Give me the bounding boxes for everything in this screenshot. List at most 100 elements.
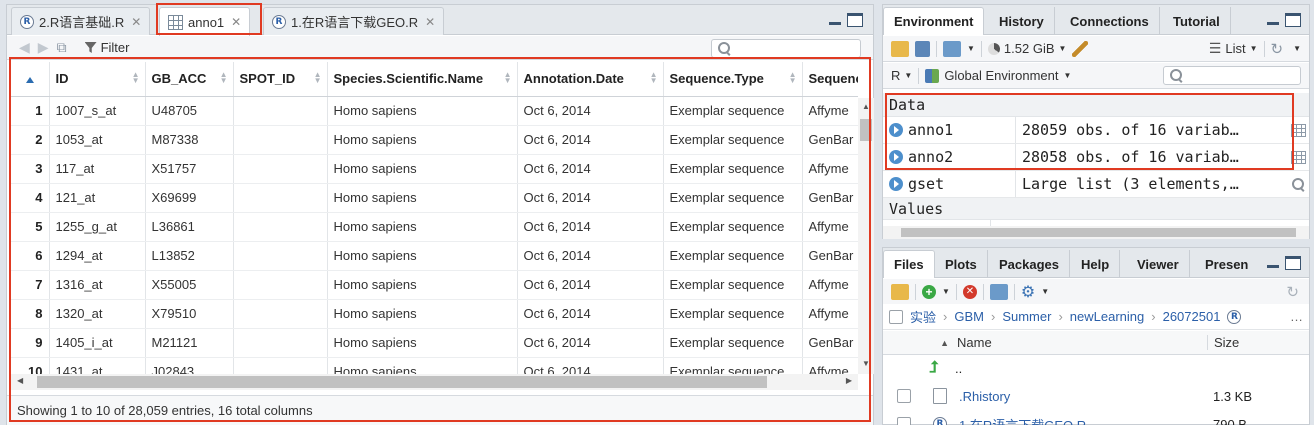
chevron-down-icon[interactable]: ▼ (942, 287, 950, 296)
new-folder-icon[interactable] (891, 283, 909, 300)
more-icon[interactable]: … (1290, 309, 1303, 324)
broom-icon[interactable] (1072, 40, 1089, 57)
close-icon[interactable]: ✕ (425, 15, 435, 29)
file-row[interactable]: .Rhistory 1.3 KB (883, 383, 1309, 409)
maximize-icon[interactable] (847, 13, 863, 27)
refresh-icon[interactable]: ↻ (1286, 283, 1299, 301)
sort-icon[interactable]: ▲ ▼ (220, 71, 228, 85)
scope-select[interactable]: Global Environment ▼ (925, 68, 1071, 83)
env-item-gset[interactable]: gset Large list (3 elements,… (883, 171, 1309, 198)
viewer-search-input[interactable] (711, 39, 861, 58)
load-workspace-icon[interactable] (891, 40, 909, 57)
tab-environment[interactable]: Environment (883, 7, 985, 35)
scroll-left-icon[interactable]: ◀ (17, 376, 23, 385)
tab-r-basics[interactable]: R 2.R语言基础.R ✕ (11, 7, 151, 35)
sort-icon[interactable]: ▲ ▼ (314, 71, 322, 85)
column-header[interactable]: Annotation.Date ▲ ▼ (517, 62, 664, 97)
file-name[interactable]: .Rhistory (959, 389, 1207, 404)
close-icon[interactable]: ✕ (231, 15, 241, 29)
scroll-right-icon[interactable]: ▶ (846, 376, 852, 385)
table-row[interactable]: 9 1405_i_at M21121 Homo sapiens Oct 6, 2014 E… (11, 328, 858, 358)
tab-tutorial[interactable]: Tutorial (1163, 7, 1231, 35)
column-header[interactable]: ID ▲ ▼ (49, 62, 146, 97)
refresh-icon[interactable]: ↻ (1271, 40, 1284, 58)
sort-icon[interactable]: ▲ ▼ (132, 71, 140, 85)
sort-icon[interactable]: ▲ ▼ (504, 71, 512, 85)
table-row[interactable]: 4 121_at X69699 Homo sapiens Oct 6, 2014 Exem… (11, 183, 858, 213)
name-column-header[interactable]: Name (957, 335, 1207, 350)
chevron-down-icon[interactable]: ▼ (1041, 287, 1049, 296)
parent-directory-row[interactable]: ⮥ .. (883, 355, 1309, 381)
tab-help[interactable]: Help (1071, 250, 1121, 278)
delete-icon[interactable]: ✕ (962, 284, 977, 299)
gear-icon[interactable]: ⚙ (1021, 282, 1035, 302)
tab-plots[interactable]: Plots (935, 250, 988, 278)
tab-packages[interactable]: Packages (989, 250, 1070, 278)
file-row[interactable]: R 1.在R语言下载GEO.R 790 B (883, 411, 1309, 425)
breadcrumb-item[interactable]: GBM (954, 309, 984, 324)
horizontal-scrollbar[interactable]: ◀ ▶ (11, 374, 858, 390)
view-table-icon[interactable] (1290, 150, 1306, 164)
tab-connections[interactable]: Connections (1060, 7, 1160, 35)
filter-button[interactable]: Filter (84, 40, 129, 55)
sort-icon[interactable]: ▲ ▼ (789, 71, 797, 85)
file-checkbox[interactable] (897, 417, 911, 425)
view-mode-select[interactable]: ☰ List ▼ (1209, 40, 1258, 57)
forward-arrow-icon[interactable]: ▶ (38, 39, 49, 56)
table-row[interactable]: 10 1431_at J02843 Homo sapiens Oct 6, 2014 Ex… (11, 357, 858, 374)
import-dataset-icon[interactable] (943, 40, 961, 57)
tab-presentation[interactable]: Presen (1195, 250, 1258, 278)
expand-icon[interactable] (889, 123, 903, 137)
tab-download-geo[interactable]: R 1.在R语言下载GEO.R ✕ (263, 7, 445, 35)
tab-history[interactable]: History (989, 7, 1055, 35)
env-item-anno2[interactable]: anno2 28058 obs. of 16 variab… (883, 144, 1309, 171)
vertical-scrollbar[interactable]: ▲ ▼ (858, 98, 874, 374)
table-row[interactable]: 1 1007_s_at U48705 Homo sapiens Oct 6, 2014 E… (11, 96, 858, 126)
column-header[interactable]: SPOT_ID ▲ ▼ (233, 62, 328, 97)
scroll-thumb[interactable] (860, 119, 872, 141)
search-icon[interactable] (1291, 177, 1305, 191)
table-row[interactable]: 5 1255_g_at L36861 Homo sapiens Oct 6, 2014 E… (11, 212, 858, 242)
column-header[interactable]: GB_ACC ▲ ▼ (145, 62, 234, 97)
memory-usage-button[interactable]: 1.52 GiB ▼ (987, 41, 1066, 56)
breadcrumb-item[interactable]: 实验 (910, 307, 936, 326)
env-item-anno1[interactable]: anno1 28059 obs. of 16 variab… (883, 117, 1309, 144)
env-search-input[interactable] (1163, 66, 1301, 85)
popout-icon[interactable]: ⧉ (57, 39, 67, 56)
table-row[interactable]: 2 1053_at M87338 Homo sapiens Oct 6, 2014 Exe… (11, 125, 858, 155)
rename-icon[interactable] (989, 283, 1008, 300)
column-header[interactable]: Species.Scientific.Name ▲ ▼ (327, 62, 518, 97)
chevron-down-icon[interactable]: ▼ (967, 44, 975, 53)
maximize-icon[interactable] (1285, 256, 1301, 270)
chevron-down-icon[interactable]: ▼ (1293, 44, 1301, 53)
row-number-header[interactable] (11, 62, 50, 97)
tab-anno1[interactable]: anno1 ✕ (159, 7, 251, 36)
column-header[interactable]: Sequence.▲▼ (802, 62, 858, 97)
scroll-down-icon[interactable]: ▼ (862, 359, 870, 368)
minimize-icon[interactable] (1265, 13, 1281, 27)
table-row[interactable]: 6 1294_at L13852 Homo sapiens Oct 6, 2014 Exe… (11, 241, 858, 271)
table-row[interactable]: 3 117_at X51757 Homo sapiens Oct 6, 2014 Exem… (11, 154, 858, 184)
minimize-icon[interactable] (1265, 256, 1281, 270)
table-row[interactable]: 7 1316_at X55005 Homo sapiens Oct 6, 2014 Exe… (11, 270, 858, 300)
back-arrow-icon[interactable]: ◀ (19, 39, 30, 56)
select-all-checkbox[interactable] (889, 309, 903, 324)
scroll-up-icon[interactable]: ▲ (862, 102, 870, 111)
save-icon[interactable] (915, 40, 930, 57)
new-file-icon[interactable]: + (922, 284, 936, 299)
maximize-icon[interactable] (1285, 13, 1301, 27)
breadcrumb-item[interactable]: 26072501 (1163, 309, 1221, 324)
close-icon[interactable]: ✕ (131, 15, 141, 29)
file-checkbox[interactable] (897, 389, 911, 403)
file-name[interactable]: 1.在R语言下载GEO.R (959, 415, 1207, 425)
breadcrumb-item[interactable]: newLearning (1070, 309, 1144, 324)
language-select[interactable]: R ▼ (891, 68, 912, 83)
size-column-header[interactable]: Size (1207, 335, 1309, 350)
view-table-icon[interactable] (1290, 123, 1306, 137)
minimize-icon[interactable] (827, 13, 843, 27)
tab-files[interactable]: Files (883, 250, 935, 278)
sort-icon[interactable]: ▲ ▼ (650, 71, 658, 85)
column-header[interactable]: Sequence.Type ▲ ▼ (663, 62, 803, 97)
scroll-thumb[interactable] (901, 228, 1296, 237)
env-horizontal-scrollbar[interactable] (883, 226, 1309, 239)
